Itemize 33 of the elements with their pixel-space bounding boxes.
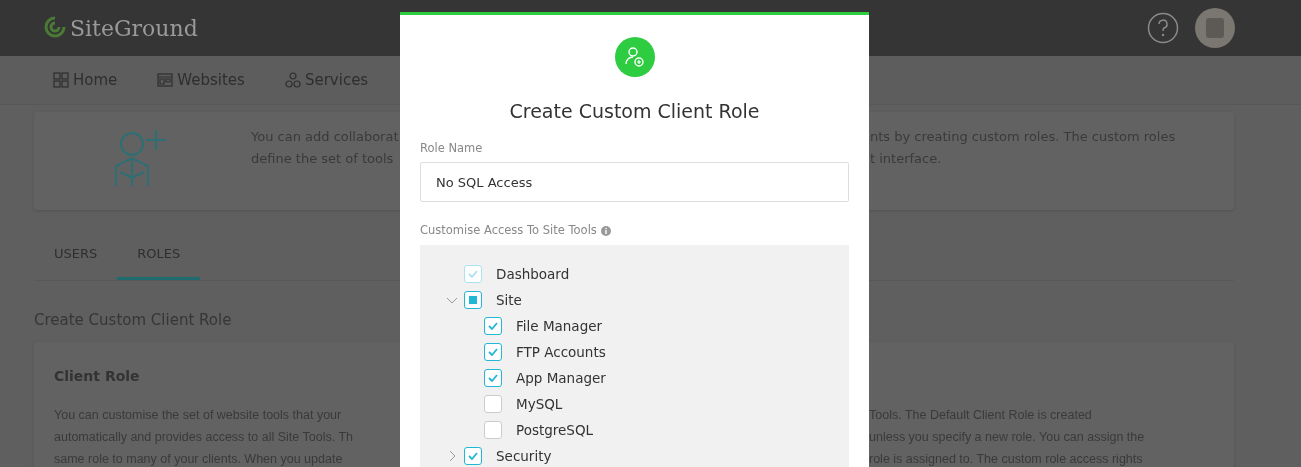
window-icon (157, 72, 174, 88)
info-icon[interactable] (600, 225, 611, 236)
checkbox[interactable] (484, 369, 502, 388)
field-label: Customise Access To Site Tools (420, 222, 597, 240)
logo-text[interactable]: SiteGround (70, 11, 198, 45)
tree-item-label: PostgreSQL (516, 421, 594, 441)
tree-item-label: Site (496, 291, 522, 311)
avatar-icon[interactable] (1195, 8, 1235, 48)
tree-item-label: Dashboard (496, 265, 570, 285)
grid-icon (53, 72, 69, 88)
checkbox[interactable] (464, 291, 482, 310)
checkbox[interactable] (484, 317, 502, 336)
tree-item-label: App Manager (516, 369, 606, 389)
role-name-field[interactable]: No SQL Access (420, 162, 849, 203)
circles-icon (284, 72, 301, 88)
check-icon (468, 452, 478, 461)
tree-item-label: File Manager (516, 317, 603, 337)
checkbox[interactable] (464, 447, 482, 466)
dialog-title: Create Custom Client Role (509, 100, 760, 123)
indeterminate-icon (469, 296, 477, 305)
tree-item-label: MySQL (516, 395, 563, 415)
field-label: Role Name (420, 139, 483, 157)
checkbox[interactable] (484, 421, 502, 440)
user-add-icon (614, 37, 655, 77)
check-icon (488, 348, 498, 357)
check-icon (488, 322, 498, 331)
tree-item-label: Security (496, 447, 552, 467)
check-icon (488, 374, 498, 383)
tree-item-label: FTP Accounts (516, 343, 606, 363)
help-icon[interactable] (1147, 12, 1179, 44)
checkbox[interactable] (484, 343, 502, 362)
checkbox[interactable] (484, 395, 502, 414)
check-icon (468, 270, 478, 279)
